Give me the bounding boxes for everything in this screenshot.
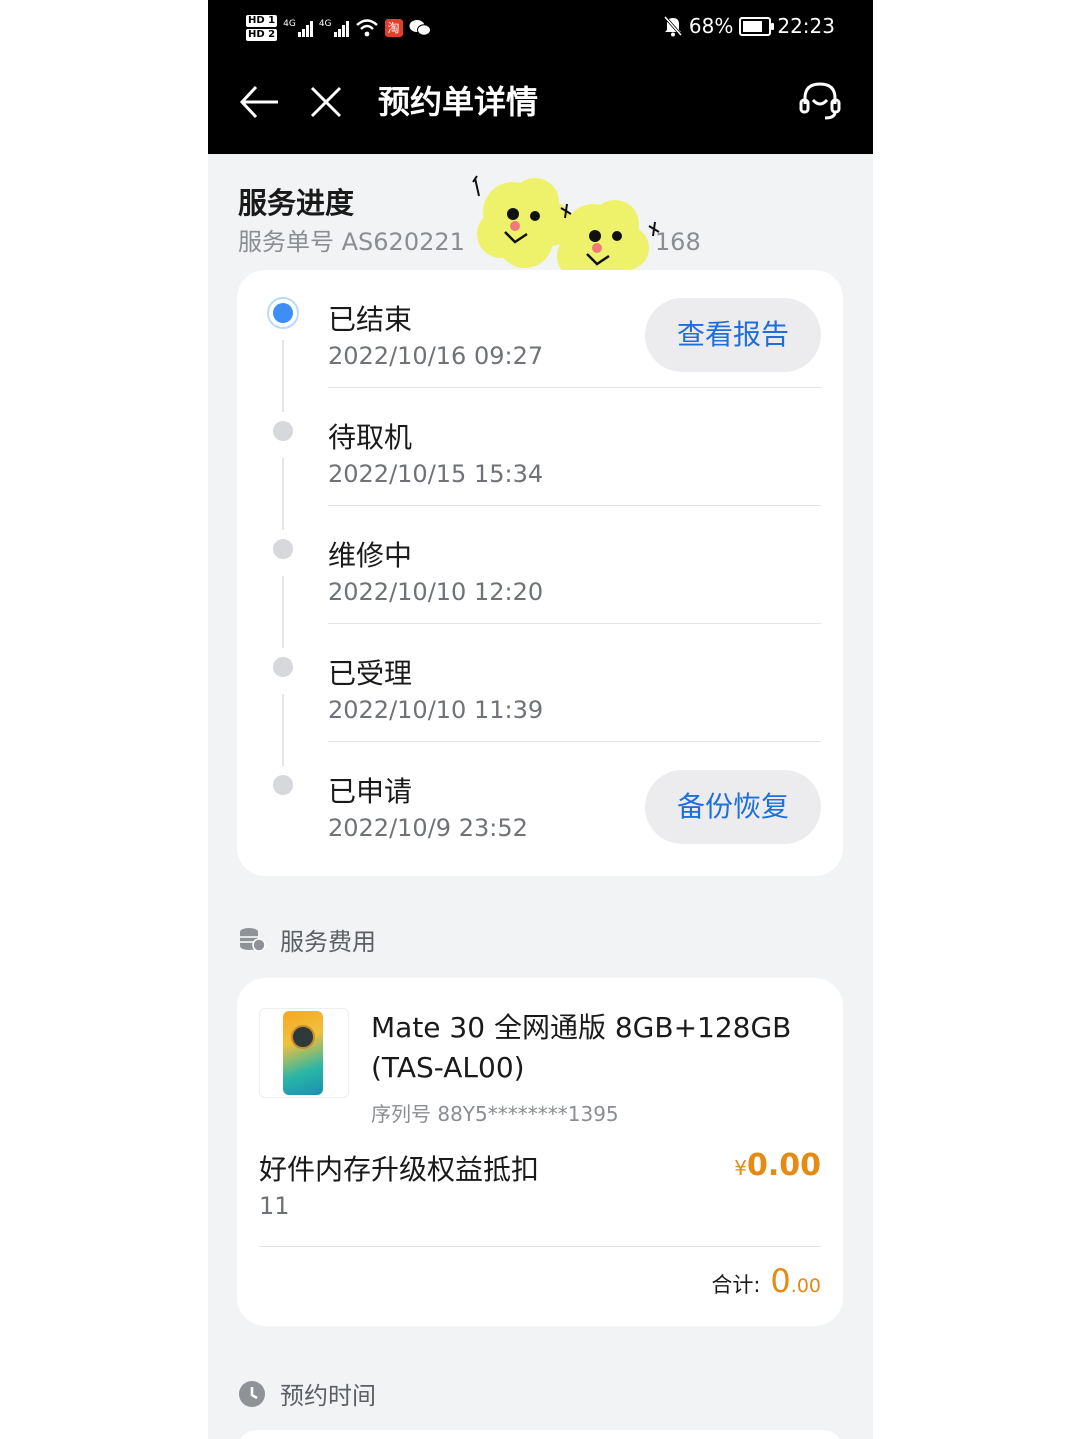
- total-label: 合计:: [711, 1273, 761, 1297]
- top-bar: HD 1 HD 2 4G 4G 淘 68% 22:23 预约单详情: [208, 0, 873, 154]
- view-report-button[interactable]: 查看报告: [645, 298, 821, 372]
- step-name: 已结束: [328, 303, 413, 336]
- status-dot: [273, 539, 293, 559]
- battery-icon: [739, 16, 775, 36]
- serial-number: 序列号 88Y5********1395: [371, 1102, 619, 1126]
- hd2-badge: HD 2: [246, 29, 278, 41]
- hd-indicators: HD 1 HD 2: [246, 15, 278, 41]
- clock-icon: [239, 1380, 265, 1407]
- product-name: Mate 30 全网通版 8GB+128GB (TAS-AL00): [371, 1011, 792, 1084]
- step-ended: 已结束 2022/10/16 09:27 查看报告: [237, 270, 843, 412]
- arrow-left-icon[interactable]: [238, 82, 282, 122]
- battery-percent: 68%: [688, 14, 734, 38]
- wifi-icon: [355, 19, 378, 37]
- headset-icon[interactable]: [797, 78, 843, 124]
- step-time: 2022/10/16 09:27: [328, 342, 544, 370]
- step-name: 已申请: [328, 775, 413, 808]
- fee-divider: [259, 1246, 821, 1247]
- fees-title: 服务费用: [280, 928, 376, 956]
- appointment-card: [237, 1430, 843, 1439]
- fee-card: Mate 30 全网通版 8GB+128GB (TAS-AL00) 序列号 88…: [237, 978, 843, 1326]
- perk-quantity: 11: [259, 1192, 290, 1220]
- step-applied: 已申请 2022/10/9 23:52 备份恢复: [237, 742, 843, 860]
- header-nav: 预约单详情: [208, 70, 873, 136]
- total-amount: 0.00: [770, 1262, 821, 1300]
- appointment-title: 预约时间: [280, 1382, 376, 1410]
- step-time: 2022/10/10 12:20: [328, 578, 544, 606]
- phone-image: [283, 1011, 323, 1095]
- progress-card: 已结束 2022/10/16 09:27 查看报告 待取机 2022/10/15…: [237, 270, 843, 876]
- perk-name: 好件内存升级权益抵扣: [259, 1153, 540, 1186]
- clock: 22:23: [777, 14, 835, 38]
- step-accepted: 已受理 2022/10/10 11:39: [237, 624, 843, 766]
- signal-2-icon: 4G: [319, 19, 349, 37]
- total-decimal: .00: [790, 1275, 821, 1297]
- wechat-icon: [409, 20, 431, 36]
- progress-section-title: 服务进度: [238, 186, 355, 220]
- step-name: 维修中: [328, 539, 413, 572]
- status-bar-right: 68% 22:23: [663, 12, 835, 40]
- step-time: 2022/10/15 15:34: [328, 460, 544, 488]
- backup-restore-button[interactable]: 备份恢复: [645, 770, 821, 844]
- step-time: 2022/10/10 11:39: [328, 696, 544, 724]
- status-dot: [273, 421, 293, 441]
- fees-section-header: 服务费用: [238, 922, 376, 957]
- step-repairing: 维修中 2022/10/10 12:20: [237, 506, 843, 648]
- page-title: 预约单详情: [378, 83, 539, 121]
- product-thumbnail: [259, 1008, 349, 1098]
- app-screen: HD 1 HD 2 4G 4G 淘 68% 22:23 预约单详情 服务进度 服…: [208, 0, 873, 1439]
- status-dot: [273, 775, 293, 795]
- status-dot: [273, 657, 293, 677]
- step-name: 待取机: [328, 421, 413, 454]
- taobao-icon: 淘: [384, 19, 403, 37]
- close-icon[interactable]: [306, 82, 346, 122]
- step-awaiting-pickup: 待取机 2022/10/15 15:34: [237, 388, 843, 530]
- hd1-badge: HD 1: [246, 15, 278, 27]
- bell-muted-icon: [663, 16, 683, 37]
- status-bar-left: HD 1 HD 2 4G 4G 淘: [246, 8, 431, 48]
- active-status-dot: [267, 297, 299, 329]
- perk-price: ¥0.00: [734, 1148, 821, 1183]
- total-integer: 0: [770, 1262, 791, 1300]
- signal-1-icon: 4G: [283, 19, 313, 37]
- camera-ring: [291, 1025, 315, 1049]
- currency-symbol: ¥: [734, 1156, 747, 1180]
- order-number-prefix: 服务单号 AS620221: [238, 228, 465, 256]
- step-name: 已受理: [328, 657, 413, 690]
- step-time: 2022/10/9 23:52: [328, 814, 528, 842]
- coins-icon: [240, 927, 266, 952]
- appointment-section-header: 预约时间: [238, 1376, 376, 1411]
- total-row: 合计: 0.00: [711, 1262, 821, 1300]
- perk-amount: 0.00: [746, 1148, 821, 1183]
